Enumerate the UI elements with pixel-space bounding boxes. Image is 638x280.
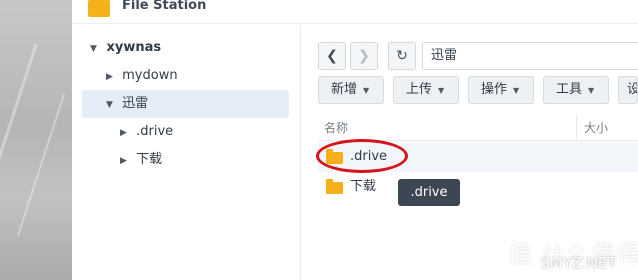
path-field[interactable]: 迅雷 — [422, 42, 638, 70]
create-button[interactable]: 新增 ▼ — [318, 76, 384, 104]
create-label: 新增 — [331, 82, 358, 97]
table-row[interactable]: 下载 — [318, 172, 638, 202]
settings-label: 设 — [627, 82, 637, 97]
watermark-url-text: SMYZ.NET — [540, 254, 617, 272]
refresh-button[interactable]: ↻ — [388, 42, 416, 70]
file-name: 下载 — [350, 179, 377, 194]
expand-down-icon[interactable]: ▼ — [106, 92, 118, 118]
expand-right-icon[interactable]: ▶ — [120, 120, 132, 146]
title-bar: File Station — [72, 0, 638, 24]
tree-item-label: .drive — [136, 124, 174, 139]
tools-label: 工具 — [556, 82, 583, 97]
forward-button[interactable]: ❯ — [350, 42, 378, 70]
tree-item-drive[interactable]: ▶ .drive — [120, 119, 173, 145]
refresh-icon: ↻ — [396, 48, 408, 64]
caret-down-icon: ▼ — [438, 86, 445, 95]
tools-button[interactable]: 工具 ▼ — [543, 76, 609, 104]
chevron-right-icon: ❯ — [358, 48, 370, 64]
back-button[interactable]: ❮ — [318, 42, 346, 70]
window-title: File Station — [122, 0, 207, 13]
tree-item-download[interactable]: ▶ 下载 — [120, 147, 162, 173]
column-header: 名称 大小 — [318, 115, 638, 141]
upload-button[interactable]: 上传 ▼ — [393, 76, 459, 104]
settings-button[interactable]: 设 — [618, 76, 638, 104]
column-size-header[interactable]: 大小 — [584, 115, 608, 141]
watermark-logo-icon — [470, 236, 500, 272]
folder-icon — [326, 179, 343, 194]
tree-item-mydown[interactable]: ▶ mydown — [106, 63, 178, 89]
tree-root-xywnas[interactable]: ▼ xywnas — [90, 35, 161, 61]
expand-right-icon[interactable]: ▶ — [120, 148, 132, 174]
tree-item-xunlei[interactable]: ▼ 迅雷 — [106, 91, 148, 117]
highlight-annotation-circle — [316, 139, 408, 173]
tree-item-label: mydown — [122, 68, 178, 83]
expand-right-icon[interactable]: ▶ — [106, 64, 118, 90]
tree-item-label: 迅雷 — [122, 96, 149, 111]
file-station-icon — [88, 0, 110, 17]
column-name-header[interactable]: 名称 — [324, 115, 348, 141]
tree-item-label: 下载 — [136, 152, 163, 167]
caret-down-icon: ▼ — [363, 86, 370, 95]
upload-label: 上传 — [406, 82, 433, 97]
action-button[interactable]: 操作 ▼ — [468, 76, 534, 104]
expand-down-icon[interactable]: ▼ — [90, 36, 102, 62]
column-divider[interactable] — [576, 115, 577, 141]
desktop-background — [0, 0, 72, 280]
tree-root-label: xywnas — [106, 40, 162, 55]
chevron-left-icon: ❮ — [326, 48, 338, 64]
folder-tree: ▼ xywnas ▶ mydown ▼ 迅雷 ▶ .drive ▶ 下载 — [72, 25, 301, 280]
file-tooltip: .drive — [398, 179, 460, 206]
action-label: 操作 — [481, 82, 508, 97]
caret-down-icon: ▼ — [513, 86, 520, 95]
caret-down-icon: ▼ — [588, 86, 595, 95]
watermark: 值 什么值得买 SMYZ.NET — [470, 232, 638, 280]
